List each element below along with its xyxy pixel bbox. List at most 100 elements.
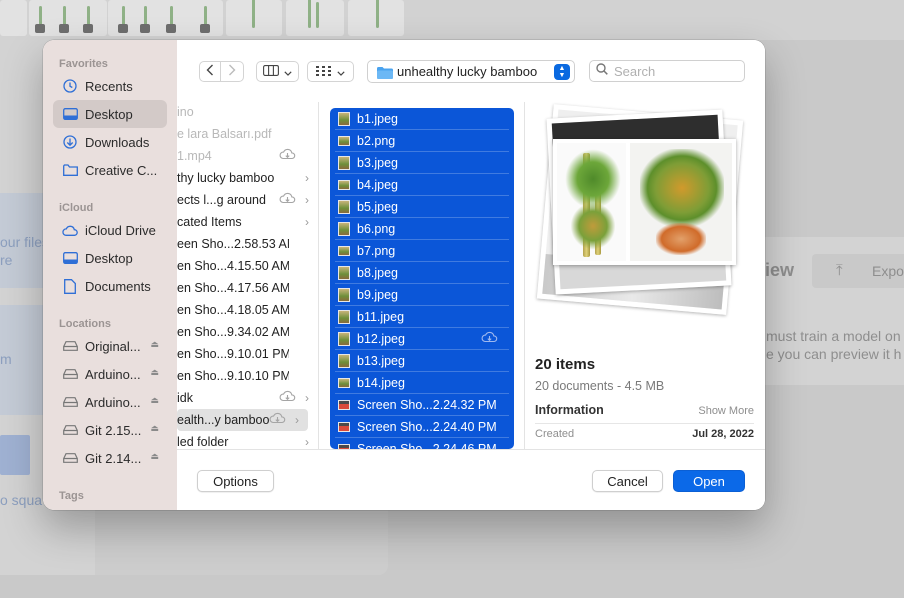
parent-folder-column[interactable]: ino e lara Balsarı.pdf 1.mp4 thy lucky bamb… — [177, 102, 318, 449]
parent-folder-item[interactable]: e lara Balsarı.pdf — [177, 123, 318, 145]
parent-folder-item[interactable]: led folder › — [177, 431, 318, 449]
file-thumbnail-icon — [338, 112, 350, 126]
location-popup[interactable]: unhealthy lucky bamboo ▲ ▼ — [367, 60, 575, 83]
sidebar-item-icloud-drive[interactable]: iCloud Drive — [53, 216, 167, 244]
cancel-button[interactable]: Cancel — [592, 470, 663, 492]
sidebar-item-location-arduino-2[interactable]: Arduino... ⏏ — [53, 388, 167, 416]
sidebar-item-label: Desktop — [85, 106, 133, 122]
parent-folder-item-name: en Sho...9.10.01 PM — [177, 347, 289, 361]
cloud-download-icon[interactable] — [279, 390, 296, 405]
chevron-left-icon — [206, 63, 214, 81]
chevron-down-icon — [284, 63, 292, 81]
folder-icon — [377, 66, 393, 79]
parent-folder-item[interactable]: en Sho...4.18.05 AM — [177, 299, 318, 321]
sidebar-item-location-arduino-1[interactable]: Arduino... ⏏ — [53, 360, 167, 388]
file-item[interactable]: b13.jpeg — [330, 350, 514, 372]
parent-folder-item[interactable]: en Sho...9.10.10 PM — [177, 365, 318, 387]
file-item[interactable]: b1.jpeg — [330, 108, 514, 130]
file-item[interactable]: b2.png — [330, 130, 514, 152]
eject-icon[interactable]: ⏏ — [150, 395, 159, 406]
file-item[interactable]: Screen Sho...2.24.40 PM — [330, 416, 514, 438]
cloud-download-icon[interactable] — [481, 331, 498, 346]
search-field[interactable] — [589, 60, 745, 82]
file-item[interactable]: b12.jpeg — [330, 328, 514, 350]
sidebar-item-label: Downloads — [85, 134, 150, 150]
file-item[interactable]: b8.jpeg — [330, 262, 514, 284]
sidebar-item-location-original[interactable]: Original... ⏏ — [53, 332, 167, 360]
sidebar-item-location-git-215[interactable]: Git 2.15... ⏏ — [53, 416, 167, 444]
search-input[interactable] — [614, 63, 734, 79]
folder-icon — [62, 162, 78, 178]
desktop-icon — [62, 250, 78, 266]
file-item[interactable]: b6.png — [330, 218, 514, 240]
file-thumbnail-icon — [338, 222, 350, 236]
file-item[interactable]: b11.jpeg — [330, 306, 514, 328]
parent-folder-item[interactable]: ects l...g around › — [177, 189, 318, 211]
open-button[interactable]: Open — [673, 470, 745, 492]
toolbar: unhealthy lucky bamboo ▲ ▼ — [177, 40, 765, 102]
sidebar-item-location-git-214[interactable]: Git 2.14... ⏏ — [53, 444, 167, 472]
eject-icon[interactable]: ⏏ — [150, 451, 159, 462]
back-button[interactable] — [199, 61, 221, 82]
sidebar-item-label: Original... — [85, 338, 141, 354]
file-list-column[interactable]: b1.jpeg b2.png b3.jpeg b4.jpeg b5.jpeg b6.png… — [319, 102, 525, 449]
preview-subtitle: 20 documents - 4.5 MB — [535, 379, 665, 393]
file-item[interactable]: b5.jpeg — [330, 196, 514, 218]
background-text: re — [0, 252, 13, 268]
file-item-name: Screen Sho...2.24.46 PM — [357, 442, 497, 449]
eject-icon[interactable]: ⏏ — [150, 367, 159, 378]
file-item[interactable]: b9.jpeg — [330, 284, 514, 306]
sidebar-item-downloads[interactable]: Downloads — [53, 128, 167, 156]
parent-folder-item-name: e lara Balsarı.pdf — [177, 127, 272, 141]
file-item[interactable]: Screen Sho...2.24.32 PM — [330, 394, 514, 416]
sidebar-item-creative-cloud[interactable]: Creative C... — [53, 156, 167, 184]
upload-icon: ⤒ — [836, 262, 843, 279]
file-item[interactable]: b7.png — [330, 240, 514, 262]
file-item[interactable]: b14.jpeg — [330, 372, 514, 394]
parent-folder-item-name: 1.mp4 — [177, 149, 212, 163]
sidebar-item-documents[interactable]: Documents — [53, 272, 167, 300]
file-item[interactable]: b4.jpeg — [330, 174, 514, 196]
background-text: e you can preview it h — [766, 346, 902, 362]
parent-folder-item[interactable]: ino — [177, 102, 318, 123]
parent-folder-item[interactable]: en Sho...9.34.02 AM — [177, 321, 318, 343]
parent-folder-item-name: idk — [177, 391, 193, 405]
sidebar-item-icloud-desktop[interactable]: Desktop — [53, 244, 167, 272]
file-item-name: b4.jpeg — [357, 178, 399, 192]
parent-folder-item[interactable]: cated Items › — [177, 211, 318, 233]
drive-icon — [62, 338, 78, 354]
created-value: Jul 28, 2022 — [692, 428, 754, 440]
background-thumbnail — [348, 0, 404, 36]
cloud-download-icon[interactable] — [279, 192, 296, 207]
parent-folder-item[interactable]: thy lucky bamboo › — [177, 167, 318, 189]
forward-button[interactable] — [221, 61, 244, 82]
parent-folder-item[interactable]: en Sho...4.17.56 AM — [177, 277, 318, 299]
chevron-right-icon: › — [295, 413, 299, 427]
sidebar-item-recents[interactable]: Recents — [53, 72, 167, 100]
cloud-download-icon[interactable] — [269, 412, 286, 427]
parent-folder-item[interactable]: en Sho...9.10.01 PM — [177, 343, 318, 365]
background-text: o squa — [0, 492, 43, 508]
cloud-download-icon[interactable] — [279, 148, 296, 163]
group-by-button[interactable] — [307, 61, 354, 82]
parent-folder-item[interactable]: idk › — [177, 387, 318, 409]
eject-icon[interactable]: ⏏ — [150, 339, 159, 350]
show-more-link[interactable]: Show More — [698, 405, 754, 417]
parent-folder-item[interactable]: en Sho...4.15.50 AM — [177, 255, 318, 277]
view-mode-columns-button[interactable] — [256, 61, 299, 82]
sidebar-item-label: iCloud Drive — [85, 222, 156, 238]
background-image-strip — [0, 0, 904, 40]
chevron-right-icon: › — [305, 215, 309, 229]
parent-folder-item[interactable]: 1.mp4 — [177, 145, 318, 167]
parent-folder-item[interactable]: een Sho...2.58.53 AM — [177, 233, 318, 255]
parent-folder-item-selected[interactable]: ealth...y bamboo › — [177, 409, 308, 431]
file-item[interactable]: Screen Sho...2.24.46 PM — [330, 438, 514, 449]
sidebar-section-icloud: iCloud — [59, 202, 94, 214]
background-text: m — [0, 351, 12, 367]
file-item[interactable]: b3.jpeg — [330, 152, 514, 174]
background-text: our files — [0, 234, 50, 250]
eject-icon[interactable]: ⏏ — [150, 423, 159, 434]
parent-folder-item-name: thy lucky bamboo — [177, 171, 275, 185]
options-button[interactable]: Options — [197, 470, 274, 492]
sidebar-item-desktop[interactable]: Desktop — [53, 100, 167, 128]
